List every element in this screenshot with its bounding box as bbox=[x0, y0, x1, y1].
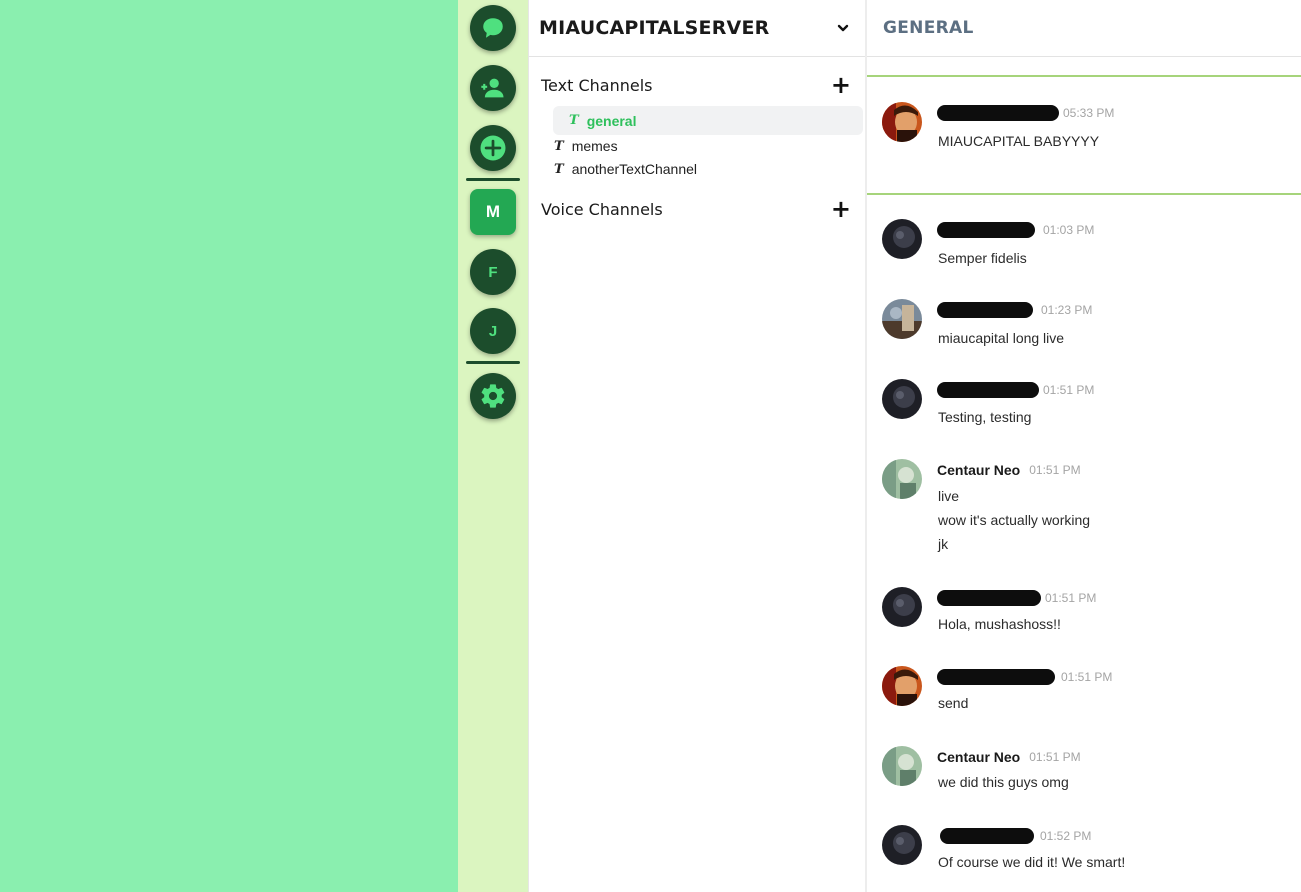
server-m-button[interactable]: M bbox=[470, 189, 516, 235]
add-voice-channel-button[interactable]: + bbox=[831, 197, 851, 221]
settings-button[interactable] bbox=[470, 373, 516, 419]
channel-title: GENERAL bbox=[883, 18, 974, 38]
chat-bubble-icon bbox=[483, 18, 503, 38]
add-text-channel-button[interactable]: + bbox=[831, 73, 851, 97]
message-author[interactable]: Centaur Neo bbox=[937, 749, 1020, 765]
message-meta: 01:51 PM bbox=[937, 590, 1096, 606]
add-server-icon bbox=[480, 135, 506, 161]
message-text: Hola, mushashoss!! bbox=[938, 616, 1061, 632]
message-text: Of course we did it! We smart! bbox=[938, 854, 1126, 870]
server-name: MIAUCAPITALSERVER bbox=[539, 17, 770, 39]
server-header[interactable]: MIAUCAPITALSERVER bbox=[529, 0, 866, 57]
message-time: 01:51 PM bbox=[1029, 463, 1081, 477]
message-time: 01:52 PM bbox=[1040, 829, 1092, 843]
message-meta: 01:03 PM bbox=[937, 222, 1094, 238]
text-channel-icon: T bbox=[554, 138, 564, 154]
message-divider bbox=[867, 75, 1301, 77]
avatar[interactable] bbox=[882, 587, 922, 627]
message-meta: 01:51 PM bbox=[937, 669, 1112, 685]
message-meta: 01:51 PM bbox=[937, 382, 1094, 398]
redacted-username bbox=[937, 590, 1041, 606]
chevron-down-icon[interactable] bbox=[836, 21, 850, 35]
message-time: 01:23 PM bbox=[1041, 303, 1093, 317]
channel-label: anotherTextChannel bbox=[571, 161, 697, 177]
add-server-button[interactable] bbox=[470, 125, 516, 171]
redacted-username bbox=[937, 222, 1035, 238]
message-meta: 01:23 PM bbox=[937, 302, 1092, 318]
message-time: 01:51 PM bbox=[1061, 670, 1113, 684]
channel-item-general[interactable]: T general bbox=[553, 106, 863, 135]
message-text: MIAUCAPITAL BABYYYY bbox=[938, 133, 1100, 149]
avatar[interactable] bbox=[882, 299, 922, 339]
redacted-username bbox=[937, 669, 1055, 685]
message-text: send bbox=[938, 695, 969, 711]
server-f-button[interactable]: F bbox=[470, 249, 516, 295]
message-divider bbox=[867, 193, 1301, 195]
text-channel-icon: T bbox=[554, 161, 564, 177]
channel-label: memes bbox=[571, 138, 618, 154]
message-text: Semper fidelis bbox=[938, 250, 1027, 266]
avatar[interactable] bbox=[882, 102, 922, 142]
voice-channels-label: Voice Channels bbox=[541, 199, 663, 219]
text-channel-icon: T bbox=[569, 113, 579, 128]
rail-separator bbox=[466, 178, 520, 181]
avatar[interactable] bbox=[882, 219, 922, 259]
message-time: 01:51 PM bbox=[1029, 750, 1081, 764]
redacted-username bbox=[937, 382, 1039, 398]
avatar[interactable] bbox=[882, 825, 922, 865]
avatar[interactable] bbox=[882, 459, 922, 499]
message-time: 01:51 PM bbox=[1045, 591, 1097, 605]
server-rail: M F J bbox=[458, 0, 528, 892]
add-friend-button[interactable] bbox=[470, 65, 516, 111]
message-meta: 01:52 PM bbox=[937, 828, 1091, 844]
text-channels-header: Text Channels + bbox=[541, 73, 851, 97]
message-time: 01:03 PM bbox=[1043, 223, 1095, 237]
message-meta: Centaur Neo 01:51 PM bbox=[937, 462, 1081, 478]
channel-item-anothertextchannel[interactable]: T anotherTextChannel bbox=[554, 161, 697, 177]
message-text: we did this guys omg bbox=[938, 774, 1069, 790]
text-channels-label: Text Channels bbox=[541, 75, 653, 95]
message-meta: 05:33 PM bbox=[937, 105, 1114, 121]
message-meta: Centaur Neo 01:51 PM bbox=[937, 749, 1081, 765]
message-text: jk bbox=[938, 536, 949, 552]
channel-label: general bbox=[586, 112, 637, 129]
avatar[interactable] bbox=[882, 666, 922, 706]
message-author[interactable]: Centaur Neo bbox=[937, 462, 1020, 478]
avatar[interactable] bbox=[882, 379, 922, 419]
message-text: wow it's actually working bbox=[938, 512, 1091, 528]
avatar[interactable] bbox=[882, 746, 922, 786]
message-text: miaucapital long live bbox=[938, 330, 1065, 346]
redacted-username bbox=[940, 828, 1034, 844]
message-time: 01:51 PM bbox=[1043, 383, 1095, 397]
message-text: live bbox=[938, 488, 960, 504]
chat-panel: GENERAL 05:33 PM MIAUCAPITAL BABYYYY 01:… bbox=[865, 0, 1301, 892]
message-text: Testing, testing bbox=[938, 409, 1032, 425]
add-friend-icon bbox=[481, 78, 504, 98]
chat-header: GENERAL bbox=[867, 0, 1301, 57]
message-time: 05:33 PM bbox=[1063, 106, 1115, 120]
direct-messages-button[interactable] bbox=[470, 5, 516, 51]
settings-icon bbox=[481, 384, 505, 408]
redacted-username bbox=[937, 105, 1059, 121]
rail-separator bbox=[466, 361, 520, 364]
channel-item-memes[interactable]: T memes bbox=[554, 138, 618, 154]
redacted-username bbox=[937, 302, 1033, 318]
channel-panel: MIAUCAPITALSERVER Text Channels + T gene… bbox=[528, 0, 866, 892]
server-j-button[interactable]: J bbox=[470, 308, 516, 354]
voice-channels-header: Voice Channels + bbox=[541, 197, 851, 221]
